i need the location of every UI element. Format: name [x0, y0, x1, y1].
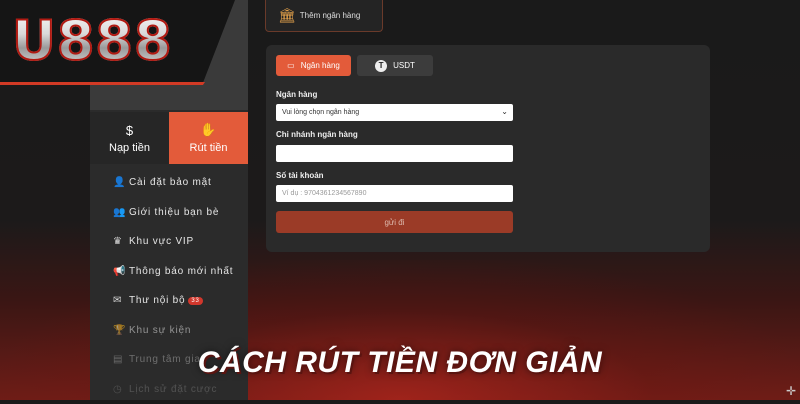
submit-button[interactable]: gửi đi — [276, 211, 513, 233]
add-bank-button[interactable]: 🏛 Thêm ngân hàng — [265, 0, 383, 32]
sidebar-item-label: Thông báo mới nhất — [129, 266, 233, 277]
branch-label: Chi nhánh ngân hàng — [276, 130, 358, 139]
method-tabs: ▭ Ngân hàng T USDT — [276, 55, 433, 76]
sidebar-item-label: Giới thiệu bạn bè — [129, 207, 219, 218]
sidebar-item-vip[interactable]: ♛ Khu vực VIP — [113, 227, 233, 257]
sidebar-item-events[interactable]: 🏆 Khu sự kiện — [113, 316, 233, 346]
chevron-down-icon: ⌄ — [501, 107, 508, 116]
add-bank-label: Thêm ngân hàng — [300, 11, 361, 20]
brand-logo[interactable]: U888 — [12, 6, 173, 76]
withdraw-form-panel: ▭ Ngân hàng T USDT Ngân hàng Vui lòng ch… — [266, 45, 710, 252]
tab-withdraw-label: Rút tiền — [190, 142, 228, 154]
tab-withdraw[interactable]: ✋ Rút tiền — [169, 112, 248, 164]
sidebar-item-label: Khu vực VIP — [129, 236, 194, 247]
tab-bank-label: Ngân hàng — [301, 61, 340, 70]
sparkle-icon: ✛ — [786, 384, 796, 398]
headline-caption: CÁCH RÚT TIỀN ĐƠN GIẢN — [0, 346, 800, 380]
bank-label: Ngân hàng — [276, 90, 317, 99]
sidebar-item-label: Lịch sử đặt cược — [129, 384, 217, 395]
account-label: Số tài khoản — [276, 171, 324, 180]
tether-icon: T — [375, 60, 387, 72]
sidebar-item-label: Khu sự kiện — [129, 325, 191, 336]
user-shield-icon: 👤 — [113, 177, 129, 188]
dollar-icon: $ — [126, 123, 133, 138]
logo-accent-line — [0, 82, 205, 85]
tab-bank[interactable]: ▭ Ngân hàng — [276, 55, 351, 76]
sidebar-item-label: Thư nội bộ — [129, 295, 185, 306]
account-number-input[interactable]: Ví dụ : 9704361234567890 — [276, 185, 513, 202]
card-icon: ▭ — [287, 61, 295, 70]
tab-usdt[interactable]: T USDT — [357, 55, 433, 76]
friends-icon: 👥 — [113, 207, 129, 218]
bank-select-value: Vui lòng chọn ngân hàng — [282, 109, 359, 116]
sidebar-item-security[interactable]: 👤 Cài đặt bảo mật — [113, 168, 233, 198]
mail-icon: ✉ — [113, 295, 129, 306]
trophy-icon: 🏆 — [113, 325, 129, 336]
sidebar-item-news[interactable]: 📢 Thông báo mới nhất — [113, 257, 233, 287]
tab-deposit[interactable]: $ Nạp tiền — [90, 112, 169, 164]
crown-icon: ♛ — [113, 236, 129, 247]
tab-deposit-label: Nạp tiền — [109, 142, 150, 154]
sidebar-item-inbox[interactable]: ✉ Thư nội bộ 33 — [113, 286, 233, 316]
history-icon: ◷ — [113, 384, 129, 395]
branch-input[interactable] — [276, 145, 513, 162]
tab-usdt-label: USDT — [393, 61, 415, 70]
bank-plus-icon: 🏛 — [278, 7, 296, 24]
sidebar-item-label: Cài đặt bảo mật — [129, 177, 212, 188]
megaphone-icon: 📢 — [113, 266, 129, 277]
sidebar-item-referral[interactable]: 👥 Giới thiệu bạn bè — [113, 198, 233, 228]
bank-select[interactable]: Vui lòng chọn ngân hàng ⌄ — [276, 104, 513, 121]
wallet-tabs: $ Nạp tiền ✋ Rút tiền — [90, 112, 248, 164]
hand-coin-icon: ✋ — [200, 122, 216, 138]
unread-badge: 33 — [188, 297, 202, 305]
